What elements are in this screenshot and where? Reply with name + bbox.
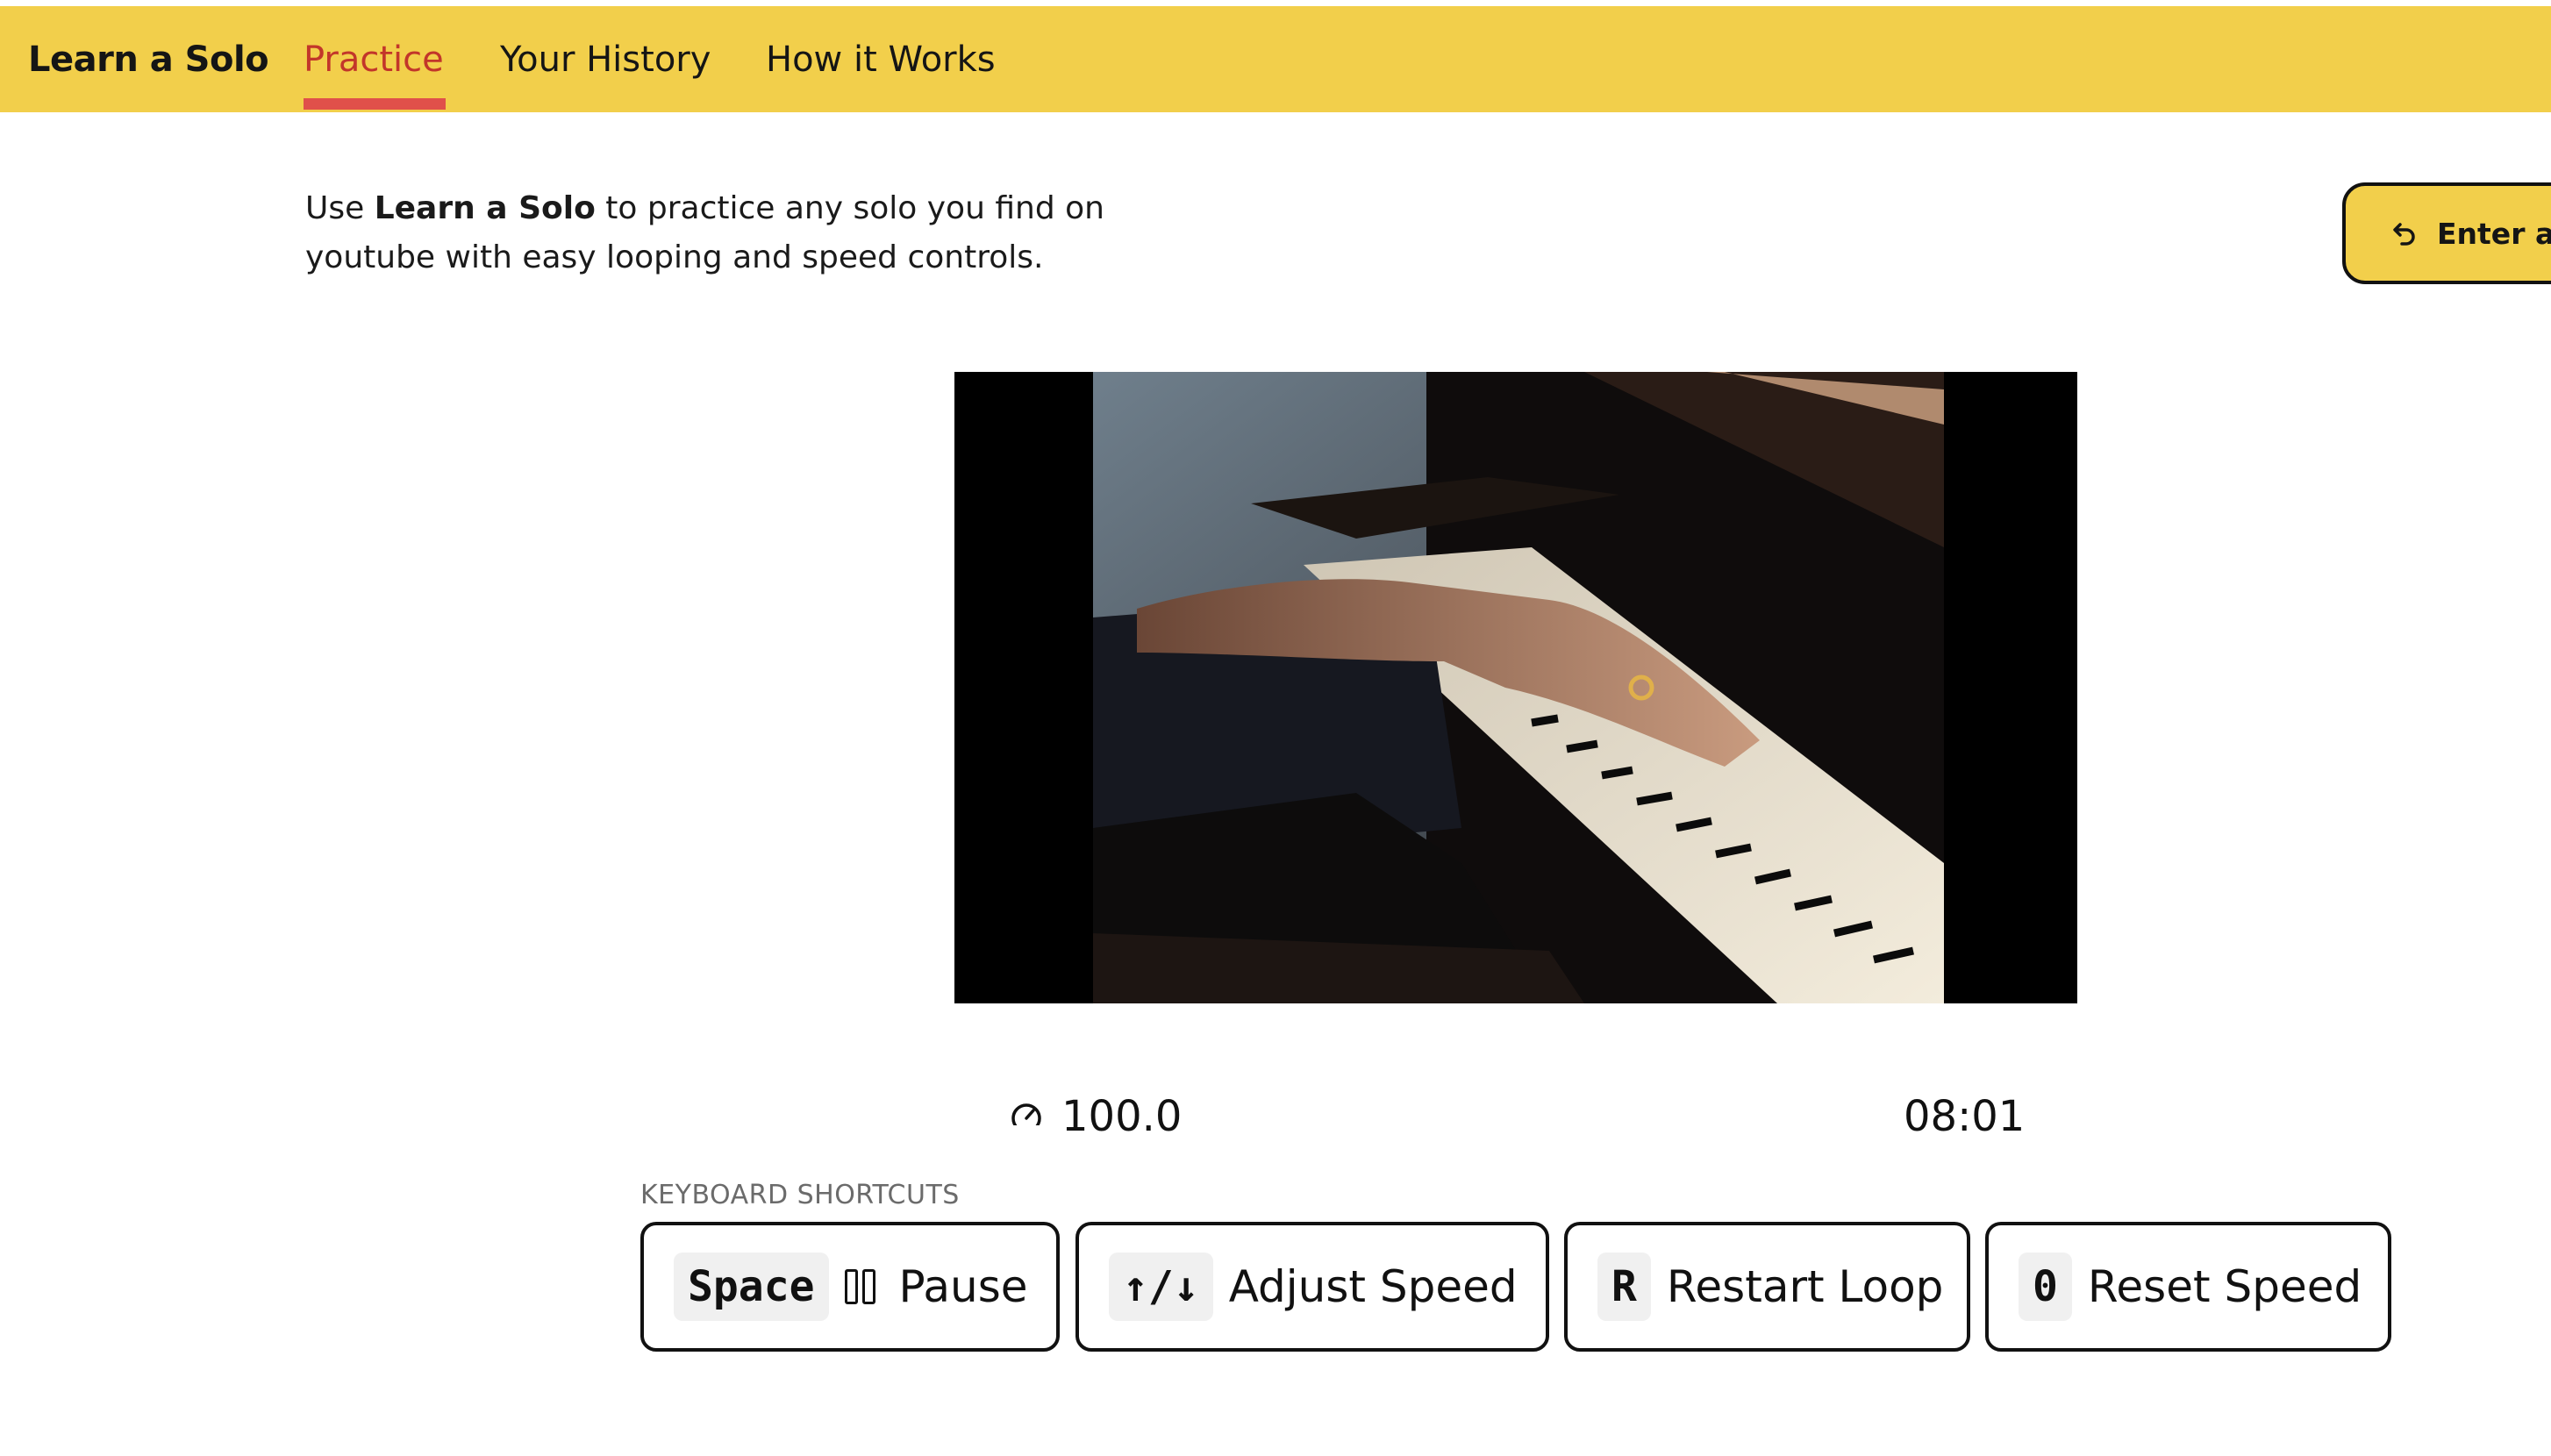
shortcut-key-arrows: ↑/↓ — [1109, 1253, 1213, 1321]
intro-text: Use Learn a Solo to practice any solo yo… — [305, 184, 1165, 282]
shortcut-pause[interactable]: Space Pause — [640, 1222, 1060, 1352]
video-player[interactable] — [954, 372, 2077, 1003]
tab-practice[interactable]: Practice — [304, 39, 444, 80]
shortcut-label-restart-loop: Restart Loop — [1666, 1261, 1944, 1312]
undo-arrow-icon — [2393, 223, 2415, 246]
shortcut-label-adjust-speed: Adjust Speed — [1228, 1261, 1518, 1312]
shortcut-adjust-speed[interactable]: ↑/↓ Adjust Speed — [1075, 1222, 1549, 1352]
shortcut-restart-loop[interactable]: R Restart Loop — [1564, 1222, 1970, 1352]
enter-video-label: Enter a V — [2437, 216, 2551, 251]
top-band — [0, 0, 2551, 6]
video-frame-image — [1093, 372, 1944, 1003]
tab-your-history[interactable]: Your History — [500, 39, 711, 80]
speed-value: 100.0 — [1061, 1092, 1183, 1141]
current-time: 08:01 — [1904, 1092, 2026, 1141]
shortcut-key-space: Space — [674, 1253, 829, 1321]
enter-video-button[interactable]: Enter a V — [2342, 182, 2551, 284]
brand-logo[interactable]: Learn a Solo — [28, 39, 269, 80]
shortcut-reset-speed[interactable]: 0 Reset Speed — [1985, 1222, 2391, 1352]
intro-prefix: Use — [305, 190, 375, 226]
tab-how-it-works[interactable]: How it Works — [766, 39, 996, 80]
playback-speed-display[interactable]: 100.0 — [1009, 1092, 1182, 1141]
shortcut-label-reset-speed: Reset Speed — [2087, 1261, 2362, 1312]
pause-icon — [844, 1269, 880, 1304]
top-navigation: Learn a Solo Practice Your History How i… — [0, 6, 2551, 112]
keyboard-shortcuts-heading: KEYBOARD SHORTCUTS — [640, 1180, 960, 1210]
intro-brand: Learn a Solo — [374, 190, 596, 226]
shortcut-label-pause: Pause — [898, 1261, 1028, 1312]
shortcut-key-zero: 0 — [2019, 1253, 2072, 1321]
active-tab-underline — [304, 98, 446, 110]
gauge-icon — [1009, 1103, 1044, 1134]
shortcut-key-r: R — [1597, 1253, 1651, 1321]
